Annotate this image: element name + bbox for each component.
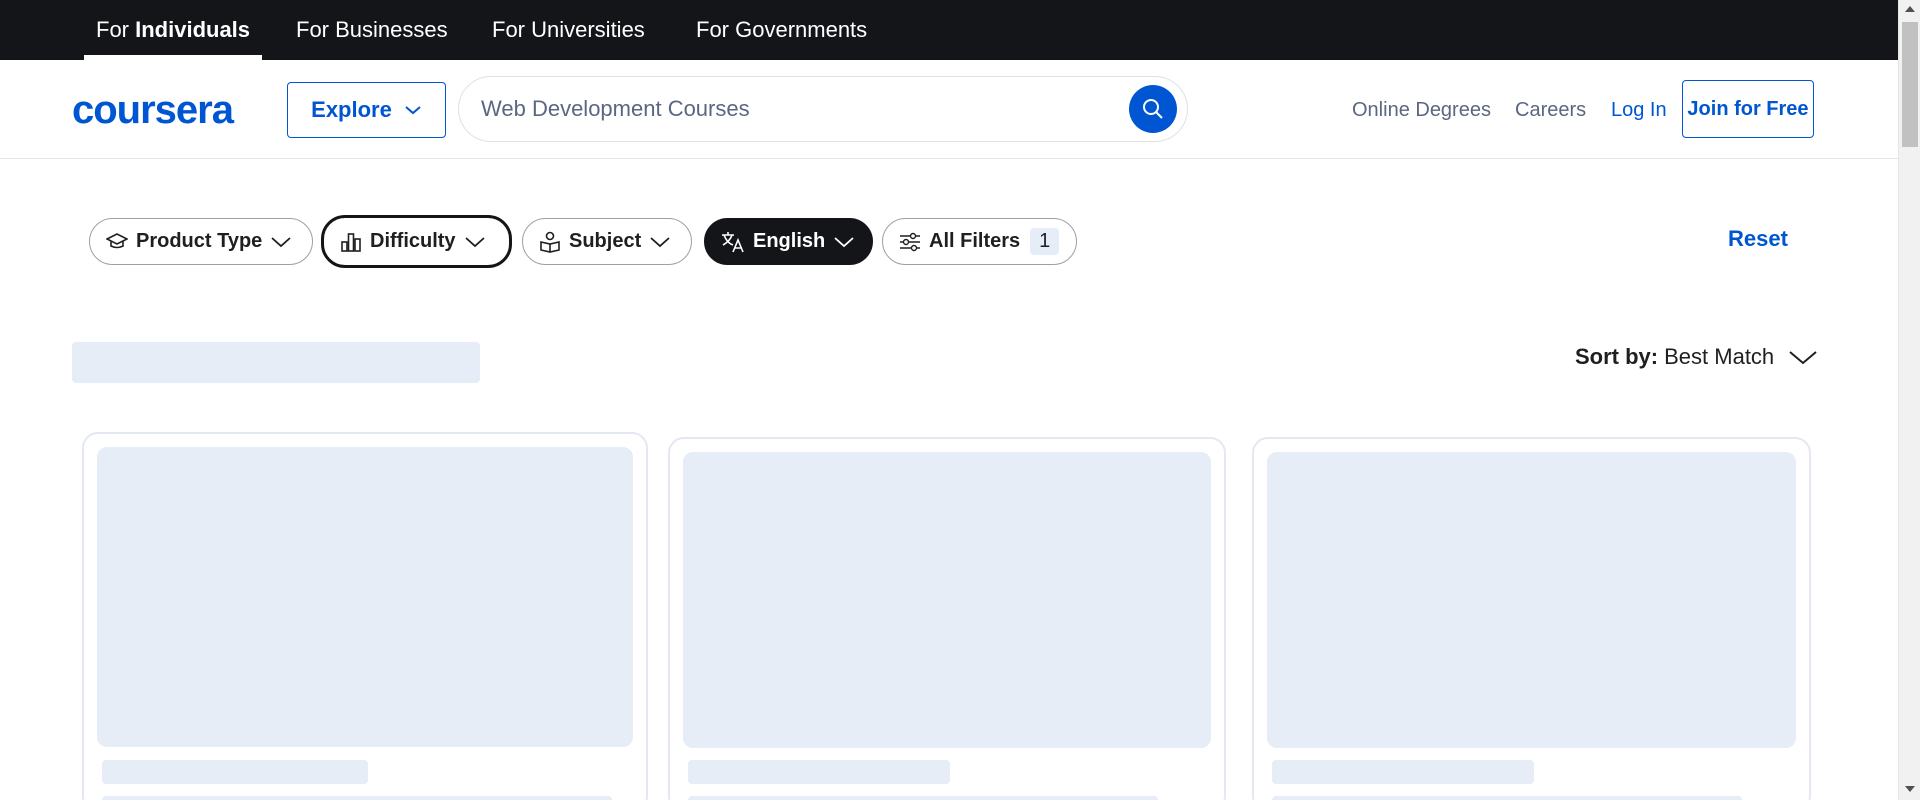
- tab-for-governments[interactable]: For Governments: [684, 0, 879, 60]
- course-card-skeleton: [82, 432, 648, 800]
- log-in-link[interactable]: Log In: [1611, 96, 1667, 124]
- results-count-skeleton: [72, 342, 480, 383]
- chevron-down-icon: [464, 236, 485, 247]
- graduation-cap-icon: [106, 232, 128, 248]
- page-scrollbar[interactable]: [1898, 0, 1920, 800]
- card-text-skeleton: [1272, 796, 1742, 800]
- bar-chart-icon: [341, 232, 361, 252]
- tab-prefix: For: [96, 17, 136, 42]
- chevron-down-icon: [1789, 351, 1817, 365]
- sort-value: Best Match: [1664, 344, 1775, 369]
- search-button[interactable]: [1129, 85, 1177, 133]
- scroll-down-arrow-icon[interactable]: [1905, 786, 1915, 792]
- chevron-down-icon: [650, 236, 670, 247]
- chip-label: All Filters: [929, 230, 1021, 252]
- book-user-icon: [540, 231, 560, 253]
- scroll-up-arrow-icon[interactable]: [1905, 6, 1915, 12]
- sort-dropdown[interactable]: Sort by: Best Match: [1575, 344, 1818, 370]
- card-image-skeleton: [1267, 452, 1796, 748]
- reset-filters-button[interactable]: Reset: [1728, 226, 1788, 252]
- filter-all-filters[interactable]: All Filters 1: [882, 218, 1077, 265]
- card-text-skeleton: [102, 796, 612, 800]
- card-title-skeleton: [1272, 760, 1534, 784]
- chip-label: Product Type: [136, 230, 263, 252]
- card-image-skeleton: [683, 452, 1211, 748]
- coursera-logo[interactable]: coursera: [72, 88, 234, 132]
- audience-bar: For Individuals For Businesses For Unive…: [0, 0, 1898, 60]
- filter-subject[interactable]: Subject: [522, 218, 692, 265]
- chip-label: English: [753, 230, 826, 252]
- site-header: coursera Explore Online Degrees Careers …: [0, 60, 1898, 159]
- scrollbar-thumb[interactable]: [1902, 22, 1918, 147]
- tab-for-universities[interactable]: For Universities: [480, 0, 657, 60]
- search-box: [458, 76, 1188, 142]
- chip-label: Subject: [569, 230, 642, 252]
- sliders-icon: [900, 232, 920, 251]
- chevron-down-icon: [834, 236, 854, 247]
- filter-language[interactable]: English: [704, 218, 873, 265]
- careers-link[interactable]: Careers: [1515, 96, 1586, 124]
- join-for-free-button[interactable]: Join for Free: [1682, 80, 1814, 138]
- chip-label: Difficulty: [370, 230, 456, 252]
- tab-for-individuals[interactable]: For Individuals: [84, 0, 263, 60]
- search-icon: [1143, 99, 1163, 119]
- card-title-skeleton: [688, 760, 950, 784]
- card-text-skeleton: [688, 796, 1158, 800]
- online-degrees-link[interactable]: Online Degrees: [1352, 96, 1491, 124]
- card-image-skeleton: [97, 447, 633, 747]
- course-card-skeleton: [1252, 437, 1811, 800]
- card-title-skeleton: [102, 760, 368, 784]
- search-input[interactable]: [481, 89, 1081, 129]
- filter-count-badge: 1: [1030, 228, 1060, 255]
- course-card-skeleton: [668, 437, 1226, 800]
- tab-for-businesses[interactable]: For Businesses: [284, 0, 460, 60]
- chevron-down-icon: [271, 236, 291, 247]
- sort-label: Sort by:: [1575, 344, 1659, 369]
- filter-product-type[interactable]: Product Type: [89, 218, 313, 265]
- explore-label: Explore: [311, 97, 392, 122]
- chevron-down-icon: [405, 106, 421, 115]
- tab-label: Individuals: [135, 17, 251, 42]
- explore-button[interactable]: Explore: [287, 82, 446, 138]
- filter-difficulty[interactable]: Difficulty: [321, 215, 512, 268]
- translate-icon: [722, 231, 744, 252]
